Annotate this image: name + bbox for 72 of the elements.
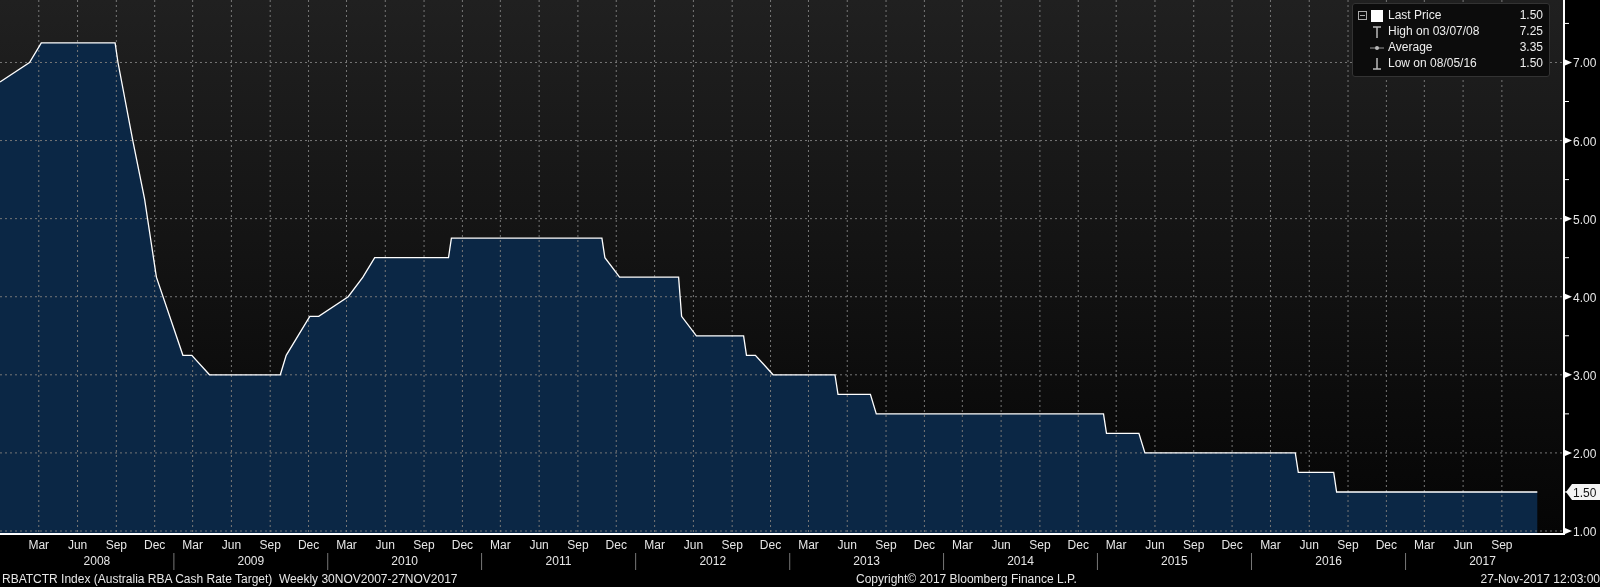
- legend-value: 1.50: [1519, 56, 1543, 71]
- x-axis-label: Sep: [413, 538, 435, 552]
- x-axis-label: Jun: [1145, 538, 1165, 552]
- year-label: 2015: [1161, 554, 1188, 568]
- x-axis-label: Mar: [1105, 538, 1127, 552]
- x-axis-label: Dec: [1221, 538, 1243, 552]
- last-price-tag: 1.50: [1566, 483, 1600, 500]
- y-axis-label: 6.00: [1573, 134, 1597, 149]
- x-axis-label: Dec: [297, 538, 320, 552]
- year-label: 2013: [853, 554, 880, 568]
- year-label: 2012: [699, 554, 727, 568]
- year-label: 2008: [83, 554, 111, 568]
- legend-value: 3.35: [1519, 40, 1543, 55]
- x-axis-label: Jun: [67, 538, 88, 552]
- legend-label: Low on 08/05/16: [1388, 56, 1478, 71]
- x-axis-label: Mar: [798, 538, 819, 552]
- x-axis-label: Mar: [490, 538, 511, 552]
- year-label: 2014: [1007, 554, 1034, 568]
- x-axis-label: Jun: [221, 538, 242, 552]
- x-axis-label: Sep: [259, 538, 281, 552]
- square-icon: [1370, 8, 1384, 23]
- x-axis-label: Sep: [1183, 538, 1205, 552]
- x-axis-label: Jun: [837, 538, 857, 552]
- y-axis-label: 1.00: [1573, 525, 1597, 539]
- collapse-icon[interactable]: [1358, 11, 1367, 20]
- legend-value: 1.50: [1519, 8, 1543, 23]
- x-axis-label: Sep: [721, 538, 743, 552]
- x-axis-label: Sep: [567, 538, 589, 552]
- x-axis-label: Dec: [1375, 538, 1398, 552]
- chart-description: RBATCTR Index (Australia RBA Cash Rate Target) Weekly 30NOV2007-27NOV2017: [2, 572, 459, 586]
- year-label: 2009: [237, 554, 265, 568]
- x-axis-label: Mar: [28, 538, 50, 552]
- legend-label: High on 03/07/08: [1388, 24, 1481, 39]
- y-axis-label: 5.00: [1573, 212, 1597, 227]
- x-axis-label: Jun: [991, 538, 1011, 552]
- x-axis-label: Dec: [759, 538, 782, 552]
- x-axis-label: Mar: [1414, 538, 1435, 552]
- timestamp: 27-Nov-2017 12:03:00: [1480, 572, 1600, 586]
- x-axis-label: Dec: [144, 538, 166, 552]
- year-label: 2017: [1469, 554, 1496, 568]
- year-label: 2011: [545, 554, 572, 568]
- x-axis-label: Sep: [105, 538, 127, 552]
- x-axis-label: Jun: [1453, 538, 1473, 552]
- x-axis-label: Mar: [182, 538, 203, 552]
- x-axis-label: Mar: [644, 538, 665, 552]
- year-label: 2016: [1315, 554, 1342, 568]
- copyright-notice: Copyright© 2017 Bloomberg Finance L.P.: [856, 572, 1078, 586]
- x-axis-label: Sep: [1337, 538, 1359, 552]
- y-axis-label: 4.00: [1573, 290, 1597, 305]
- x-axis-label: Jun: [1299, 538, 1319, 552]
- x-axis-label: Jun: [683, 538, 704, 552]
- x-axis-label: Jun: [529, 538, 549, 552]
- x-axis-label: Jun: [375, 538, 395, 552]
- high-marker-icon: [1370, 24, 1384, 39]
- legend-label: Last Price: [1388, 8, 1443, 23]
- x-axis-label: Mar: [952, 538, 973, 552]
- legend-value: 7.25: [1519, 24, 1543, 39]
- x-axis-label: Dec: [451, 538, 474, 552]
- x-axis-label: Sep: [1491, 538, 1513, 552]
- legend-label: Average: [1388, 40, 1434, 55]
- x-axis-label: Sep: [1029, 538, 1051, 552]
- low-marker-icon: [1370, 56, 1384, 71]
- y-axis-label: 7.00: [1573, 56, 1597, 71]
- x-axis-label: Mar: [336, 538, 357, 552]
- y-axis-label: 3.00: [1573, 368, 1597, 383]
- x-axis-label: Dec: [1067, 538, 1089, 552]
- year-label: 2010: [391, 554, 418, 568]
- x-axis-label: Mar: [1260, 538, 1281, 552]
- x-axis-label: Dec: [605, 538, 627, 552]
- x-axis-label: Sep: [875, 538, 897, 552]
- x-axis-label: Dec: [913, 538, 936, 552]
- y-axis-label: 2.00: [1573, 446, 1597, 461]
